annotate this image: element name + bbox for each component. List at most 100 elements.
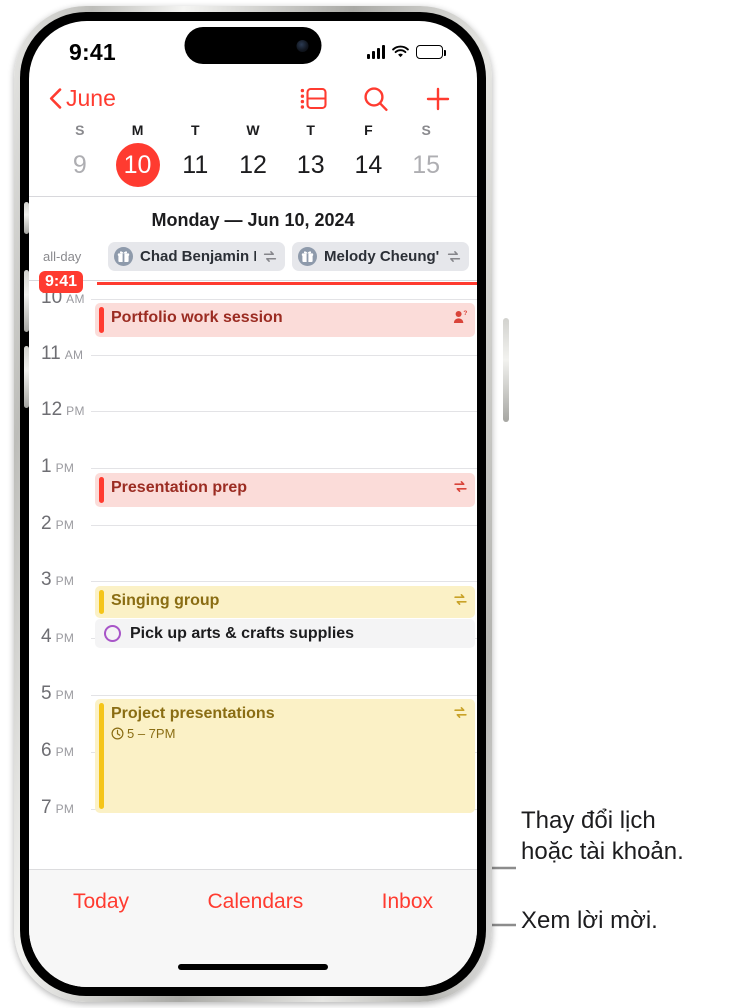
- hour-label-4pm: 4 PM: [41, 626, 74, 648]
- event-time-row: 5 – 7PM: [111, 726, 449, 741]
- calendars-button[interactable]: Calendars: [207, 890, 303, 914]
- navigation-bar: June: [29, 83, 477, 122]
- add-event-icon[interactable]: [425, 86, 451, 112]
- all-day-event-title: Chad Benjamin P...: [140, 248, 256, 265]
- all-day-events-row: all-day Chad Benjamin P...: [29, 242, 477, 280]
- device-bezel: 9:41 June S M T W T F S 9 10 11 12 13 14…: [20, 12, 486, 996]
- event-presentation-prep[interactable]: Presentation prep: [95, 473, 475, 507]
- day-timeline[interactable]: 10 AM 11 AM 12 PM 1 PM 2 PM 3 PM 4 PM 5 …: [29, 271, 477, 847]
- hour-number: 5: [41, 683, 52, 704]
- current-time-label: 9:41: [39, 271, 84, 294]
- toolbar-buttons: Today Calendars Inbox: [29, 870, 477, 914]
- hour-number: 6: [41, 740, 52, 761]
- status-bar: 9:41: [29, 21, 477, 83]
- hour-suffix: PM: [55, 802, 75, 816]
- hour-row-1pm: 1 PM: [29, 456, 477, 477]
- event-title: Presentation prep: [111, 479, 248, 496]
- week-date-9[interactable]: 9: [58, 143, 102, 187]
- event-time-text: 5 – 7PM: [127, 725, 176, 741]
- inbox-button[interactable]: Inbox: [382, 890, 433, 914]
- hour-label-6pm: 6 PM: [41, 740, 74, 762]
- screenshot-stage: Thay đổi lịch hoặc tài khoản. Xem lời mờ…: [0, 0, 732, 1008]
- repeat-icon: [454, 707, 467, 718]
- all-day-event-chad-birthday[interactable]: Chad Benjamin P...: [108, 242, 285, 271]
- callout-text-calendars: Thay đổi lịch hoặc tài khoản.: [521, 807, 684, 865]
- hour-row-3pm: 3 PM: [29, 569, 477, 590]
- all-day-event-title: Melody Cheung's...: [324, 248, 440, 265]
- back-to-month-button[interactable]: June: [49, 85, 116, 112]
- hour-suffix: PM: [55, 461, 75, 475]
- event-body: Presentation prep: [104, 473, 475, 507]
- chevron-left-icon: [49, 88, 62, 109]
- day-list-view-icon[interactable]: [300, 86, 327, 111]
- hour-suffix: PM: [55, 688, 75, 702]
- hour-number: 11: [41, 343, 61, 364]
- weekday-label-thu: T: [306, 122, 315, 138]
- week-date-11[interactable]: 11: [173, 143, 217, 187]
- hour-row-11am: 11 AM: [29, 343, 477, 364]
- event-body: Project presentations 5 – 7PM: [104, 699, 475, 813]
- all-day-event-melody-birthday[interactable]: Melody Cheung's...: [292, 242, 469, 271]
- event-body: Portfolio work session ?: [104, 303, 475, 337]
- week-strip: S M T W T F S 9 10 11 12 13 14 15: [29, 122, 477, 196]
- today-button[interactable]: Today: [73, 890, 129, 914]
- hour-suffix: PM: [55, 574, 75, 588]
- hour-suffix: PM: [55, 518, 75, 532]
- gift-icon: [114, 247, 133, 266]
- week-date-15[interactable]: 15: [404, 143, 448, 187]
- hour-row-10am: 10 AM: [29, 287, 477, 308]
- svg-text:?: ?: [463, 310, 467, 317]
- reminder-title: Pick up arts & crafts supplies: [130, 624, 355, 642]
- week-date-13[interactable]: 13: [289, 143, 333, 187]
- status-bar-indicators: [367, 45, 446, 59]
- day-header-title: Monday — Jun 10, 2024: [151, 210, 355, 230]
- weekday-label-fri: F: [364, 122, 373, 138]
- reminder-pick-up-supplies[interactable]: Pick up arts & crafts supplies: [95, 619, 475, 648]
- all-day-label: all-day: [43, 249, 82, 264]
- callout-text-inbox: Xem lời mời.: [521, 907, 658, 934]
- hour-label-1pm: 1 PM: [41, 456, 74, 478]
- weekday-labels-row: S M T W T F S: [51, 122, 455, 138]
- search-icon[interactable]: [363, 86, 389, 112]
- hour-number: 7: [41, 797, 52, 818]
- iphone-device-frame: 9:41 June S M T W T F S 9 10 11 12 13 14…: [14, 6, 509, 1002]
- hour-number: 2: [41, 513, 52, 534]
- hour-suffix: PM: [66, 404, 85, 418]
- repeat-icon: [454, 594, 467, 605]
- repeat-icon: [263, 251, 277, 262]
- hour-suffix: AM: [66, 292, 85, 306]
- weekday-label-wed: W: [246, 122, 260, 138]
- hour-gridline: [91, 525, 477, 526]
- power-button[interactable]: [503, 318, 509, 422]
- hour-number: 4: [41, 626, 52, 647]
- wifi-icon: [392, 45, 409, 58]
- hour-gridline: [91, 411, 477, 412]
- phone-screen: 9:41 June S M T W T F S 9 10 11 12 13 14…: [29, 21, 477, 987]
- event-body: Singing group: [104, 586, 475, 618]
- clock-icon: [111, 727, 124, 740]
- hour-label-7pm: 7 PM: [41, 797, 74, 819]
- hour-number: 1: [41, 456, 52, 477]
- hour-gridline: [91, 468, 477, 469]
- hour-row-5pm: 5 PM: [29, 683, 477, 704]
- week-date-10-selected[interactable]: 10: [115, 143, 160, 187]
- nav-bar-actions: [300, 86, 451, 112]
- event-title: Portfolio work session: [111, 309, 283, 326]
- repeat-icon: [447, 251, 461, 262]
- event-singing-group[interactable]: Singing group: [95, 586, 475, 618]
- week-date-14[interactable]: 14: [346, 143, 390, 187]
- cellular-bars-icon: [367, 45, 385, 59]
- week-date-12[interactable]: 12: [231, 143, 275, 187]
- bottom-toolbar: Today Calendars Inbox: [29, 869, 477, 987]
- home-indicator[interactable]: [178, 964, 328, 970]
- event-project-presentations[interactable]: Project presentations 5 – 7PM: [95, 699, 475, 813]
- event-title: Project presentations: [111, 705, 275, 722]
- reminder-circle-icon[interactable]: [104, 625, 121, 642]
- event-portfolio-work-session[interactable]: Portfolio work session ?: [95, 303, 475, 337]
- hour-number: 12: [41, 399, 63, 420]
- weekday-label-sat: S: [421, 122, 431, 138]
- hour-number: 3: [41, 569, 52, 590]
- hour-suffix: PM: [55, 631, 75, 645]
- hour-label-12pm: 12 PM: [41, 399, 85, 421]
- front-camera-icon: [296, 39, 309, 52]
